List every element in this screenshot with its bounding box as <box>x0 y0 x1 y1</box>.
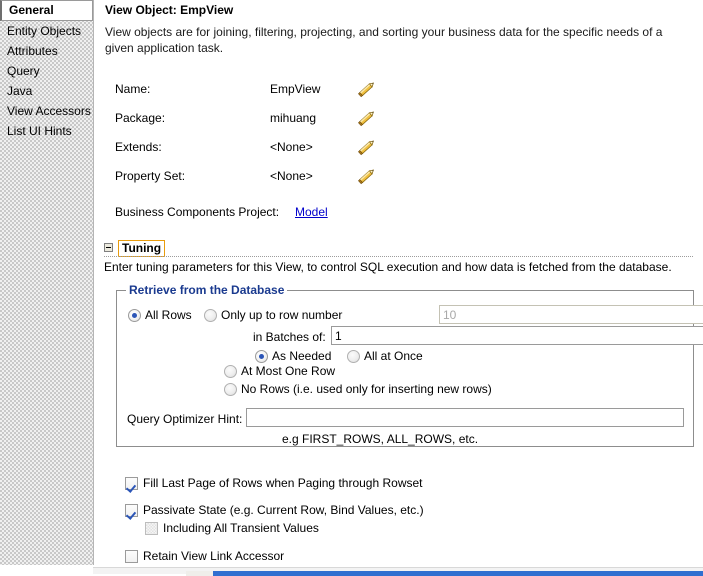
query-optimizer-hint-label: Query Optimizer Hint: <box>127 412 243 426</box>
radio-all-rows-label: All Rows <box>145 308 192 322</box>
radio-no-rows-label: No Rows (i.e. used only for inserting ne… <box>241 382 492 396</box>
sidebar-item-entity-objects[interactable]: Entity Objects <box>0 21 93 41</box>
scrollbar-track[interactable] <box>93 567 703 576</box>
sidebar-item-query[interactable]: Query <box>0 61 93 81</box>
checkbox-passivate-state[interactable] <box>125 504 138 517</box>
radio-all-at-once-label: All at Once <box>364 349 423 363</box>
sidebar-item-attributes[interactable]: Attributes <box>0 41 93 61</box>
sidebar-item-label: Attributes <box>7 44 58 58</box>
radio-only-up-to-row-number[interactable] <box>204 309 217 322</box>
property-row-property-set: Property Set: <None> <box>115 169 675 187</box>
property-value: mihuang <box>270 111 317 125</box>
sidebar-item-list: General Entity Objects Attributes Query … <box>0 0 93 141</box>
collapse-minus-icon[interactable] <box>104 243 113 252</box>
retrieve-from-database-title: Retrieve from the Database <box>126 283 288 297</box>
checkbox-including-all-transient-values <box>145 522 158 535</box>
checkbox-fill-last-page[interactable] <box>125 477 138 490</box>
pencil-icon[interactable] <box>355 166 377 186</box>
sidebar-item-label: Query <box>7 64 40 78</box>
sidebar-item-list-ui-hints[interactable]: List UI Hints <box>0 121 93 141</box>
business-components-project-label: Business Components Project: <box>115 205 280 219</box>
radio-as-needed-label: As Needed <box>272 349 332 363</box>
radio-all-rows[interactable] <box>128 309 141 322</box>
model-project-link[interactable]: Model <box>295 205 328 219</box>
property-row-extends: Extends: <None> <box>115 140 675 158</box>
property-row-name: Name: EmpView <box>115 82 675 100</box>
property-value: EmpView <box>270 82 321 96</box>
checkbox-retain-view-link-accessor[interactable] <box>125 550 138 563</box>
sidebar-item-general[interactable]: General <box>0 0 93 21</box>
in-batches-of-label: in Batches of: <box>253 330 326 344</box>
radio-only-up-to-row-number-label: Only up to row number <box>221 308 343 322</box>
property-label: Property Set: <box>115 169 186 183</box>
business-components-project-row: Business Components Project: Model <box>115 205 615 221</box>
page-description: View objects are for joining, filtering,… <box>105 25 663 55</box>
property-label: Extends: <box>115 140 162 154</box>
property-label: Name: <box>115 82 151 96</box>
radio-at-most-one-row-label: At Most One Row <box>241 364 336 378</box>
in-batches-of-input[interactable] <box>331 326 703 345</box>
property-value: <None> <box>270 140 313 154</box>
checkbox-retain-view-link-accessor-label: Retain View Link Accessor <box>143 549 285 563</box>
radio-as-needed[interactable] <box>255 350 268 363</box>
property-row-package: Package: mihuang <box>115 111 675 129</box>
checkbox-passivate-state-label: Passivate State (e.g. Current Row, Bind … <box>143 503 424 517</box>
row-number-input[interactable] <box>439 305 703 324</box>
radio-at-most-one-row[interactable] <box>224 365 237 378</box>
general-panel: View Object: EmpView View objects are fo… <box>93 0 703 565</box>
horizontal-scrollbar[interactable] <box>0 565 703 576</box>
checkbox-including-all-transient-values-label: Including All Transient Values <box>163 521 319 535</box>
property-label: Package: <box>115 111 166 125</box>
section-divider <box>104 256 693 257</box>
radio-all-at-once[interactable] <box>347 350 360 363</box>
pencil-icon[interactable] <box>355 137 377 157</box>
radio-no-rows[interactable] <box>224 383 237 396</box>
navigation-sidebar: General Entity Objects Attributes Query … <box>0 0 93 565</box>
query-optimizer-hint-example: e.g FIRST_ROWS, ALL_ROWS, etc. <box>282 432 479 446</box>
tuning-section-label[interactable]: Tuning <box>118 240 166 257</box>
page-title: View Object: EmpView <box>105 3 234 17</box>
sidebar-item-java[interactable]: Java <box>0 81 93 101</box>
sidebar-item-label: Java <box>7 84 33 98</box>
sidebar-item-label: View Accessors <box>7 104 91 118</box>
sidebar-item-label: List UI Hints <box>7 124 72 138</box>
checkbox-fill-last-page-label: Fill Last Page of Rows when Paging throu… <box>143 476 423 490</box>
sidebar-item-label: Entity Objects <box>7 24 82 38</box>
property-value: <None> <box>270 169 313 183</box>
tuning-description: Enter tuning parameters for this View, t… <box>104 260 672 274</box>
pencil-icon[interactable] <box>355 108 377 128</box>
pencil-icon[interactable] <box>355 79 377 99</box>
query-optimizer-hint-input[interactable] <box>246 408 684 427</box>
sidebar-item-label: General <box>9 3 54 17</box>
sidebar-item-view-accessors[interactable]: View Accessors <box>0 101 93 121</box>
view-object-editor: General Entity Objects Attributes Query … <box>0 0 703 576</box>
